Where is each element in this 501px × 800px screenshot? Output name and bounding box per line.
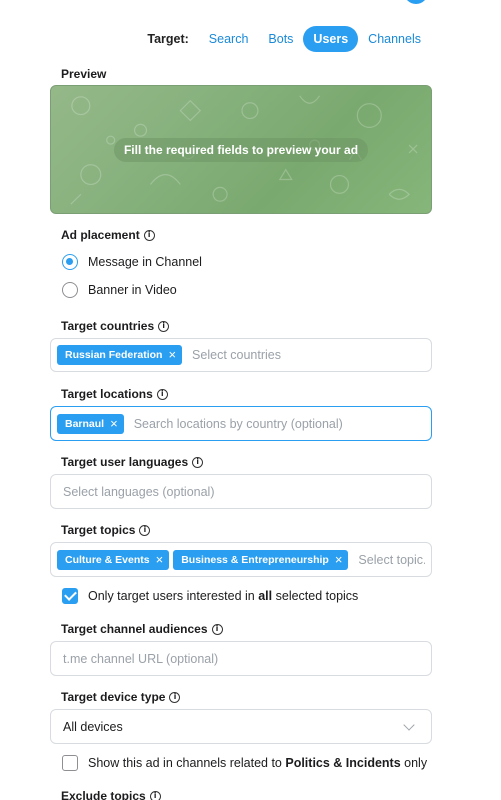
locations-placeholder[interactable]: Search locations by country (optional): [134, 417, 343, 431]
tab-users[interactable]: Users: [303, 26, 359, 52]
checkbox-unchecked-icon[interactable]: [62, 755, 78, 771]
ad-preview: Fill the required fields to preview your…: [50, 85, 432, 214]
exclude-topics-label: Exclude topics i: [61, 789, 161, 800]
chip-russian-federation: Russian Federation ×: [57, 345, 183, 365]
chip-culture-events: Culture & Events ×: [57, 549, 170, 570]
tab-search[interactable]: Search: [199, 26, 259, 52]
close-icon[interactable]: ×: [156, 553, 164, 566]
topics-placeholder[interactable]: Select topic...: [358, 553, 425, 567]
info-icon[interactable]: i: [192, 456, 204, 468]
locations-input[interactable]: Barnaul × Search locations by country (o…: [50, 406, 432, 441]
info-icon[interactable]: i: [156, 388, 168, 400]
channel-url-placeholder[interactable]: t.me channel URL (optional): [63, 652, 218, 666]
target-languages-label: Target user languages i: [61, 455, 204, 469]
preview-placeholder-message: Fill the required fields to preview your…: [113, 137, 369, 162]
device-type-select[interactable]: All devices: [50, 709, 432, 744]
close-icon[interactable]: ×: [110, 417, 118, 430]
close-icon[interactable]: ×: [168, 348, 176, 361]
info-icon[interactable]: i: [149, 790, 161, 800]
target-topics-label: Target topics i: [61, 523, 151, 537]
countries-placeholder[interactable]: Select countries: [192, 348, 281, 362]
chip-barnaul: Barnaul ×: [57, 413, 124, 434]
politics-text: Show this ad in channels related to Poli…: [88, 756, 428, 770]
languages-input[interactable]: Select languages (optional): [50, 474, 432, 509]
device-type-value: All devices: [63, 719, 123, 734]
only-interested-checkbox-row[interactable]: Only target users interested in all sele…: [62, 588, 358, 604]
info-icon[interactable]: i: [211, 623, 223, 635]
radio-message-in-channel[interactable]: Message in Channel: [62, 254, 202, 270]
chevron-down-icon[interactable]: [403, 718, 415, 731]
tab-bots[interactable]: Bots: [258, 26, 303, 52]
tab-channels[interactable]: Channels: [358, 26, 431, 52]
close-icon[interactable]: ×: [335, 553, 343, 566]
target-label: Target:: [147, 32, 189, 46]
countries-input[interactable]: Russian Federation × Select countries: [50, 338, 432, 372]
target-tabs: Target: Search Bots Users Channels: [147, 26, 431, 52]
ad-placement-label: Ad placement i: [61, 228, 155, 242]
radio-banner-in-video[interactable]: Banner in Video: [62, 282, 177, 298]
chip-business-entrepreneurship: Business & Entrepreneurship ×: [173, 549, 349, 570]
preview-label: Preview: [61, 67, 107, 81]
channel-audiences-label: Target channel audiences i: [61, 622, 223, 636]
info-icon[interactable]: i: [143, 229, 155, 241]
languages-placeholder[interactable]: Select languages (optional): [63, 485, 215, 499]
info-icon[interactable]: i: [169, 691, 181, 703]
info-icon[interactable]: i: [139, 524, 151, 536]
radio-unchecked-icon[interactable]: [62, 282, 78, 298]
channel-url-input[interactable]: t.me channel URL (optional): [50, 641, 432, 676]
radio-checked-icon[interactable]: [62, 254, 78, 270]
info-icon[interactable]: i: [158, 320, 170, 332]
only-interested-text: Only target users interested in all sele…: [88, 589, 359, 603]
politics-checkbox-row[interactable]: Show this ad in channels related to Poli…: [62, 755, 427, 771]
topics-input[interactable]: Culture & Events × Business & Entreprene…: [50, 542, 432, 577]
avatar[interactable]: [404, 0, 428, 4]
device-type-label: Target device type i: [61, 690, 181, 704]
checkbox-checked-icon[interactable]: [62, 588, 78, 604]
target-locations-label: Target locations i: [61, 387, 168, 401]
target-countries-label: Target countries i: [61, 319, 170, 333]
